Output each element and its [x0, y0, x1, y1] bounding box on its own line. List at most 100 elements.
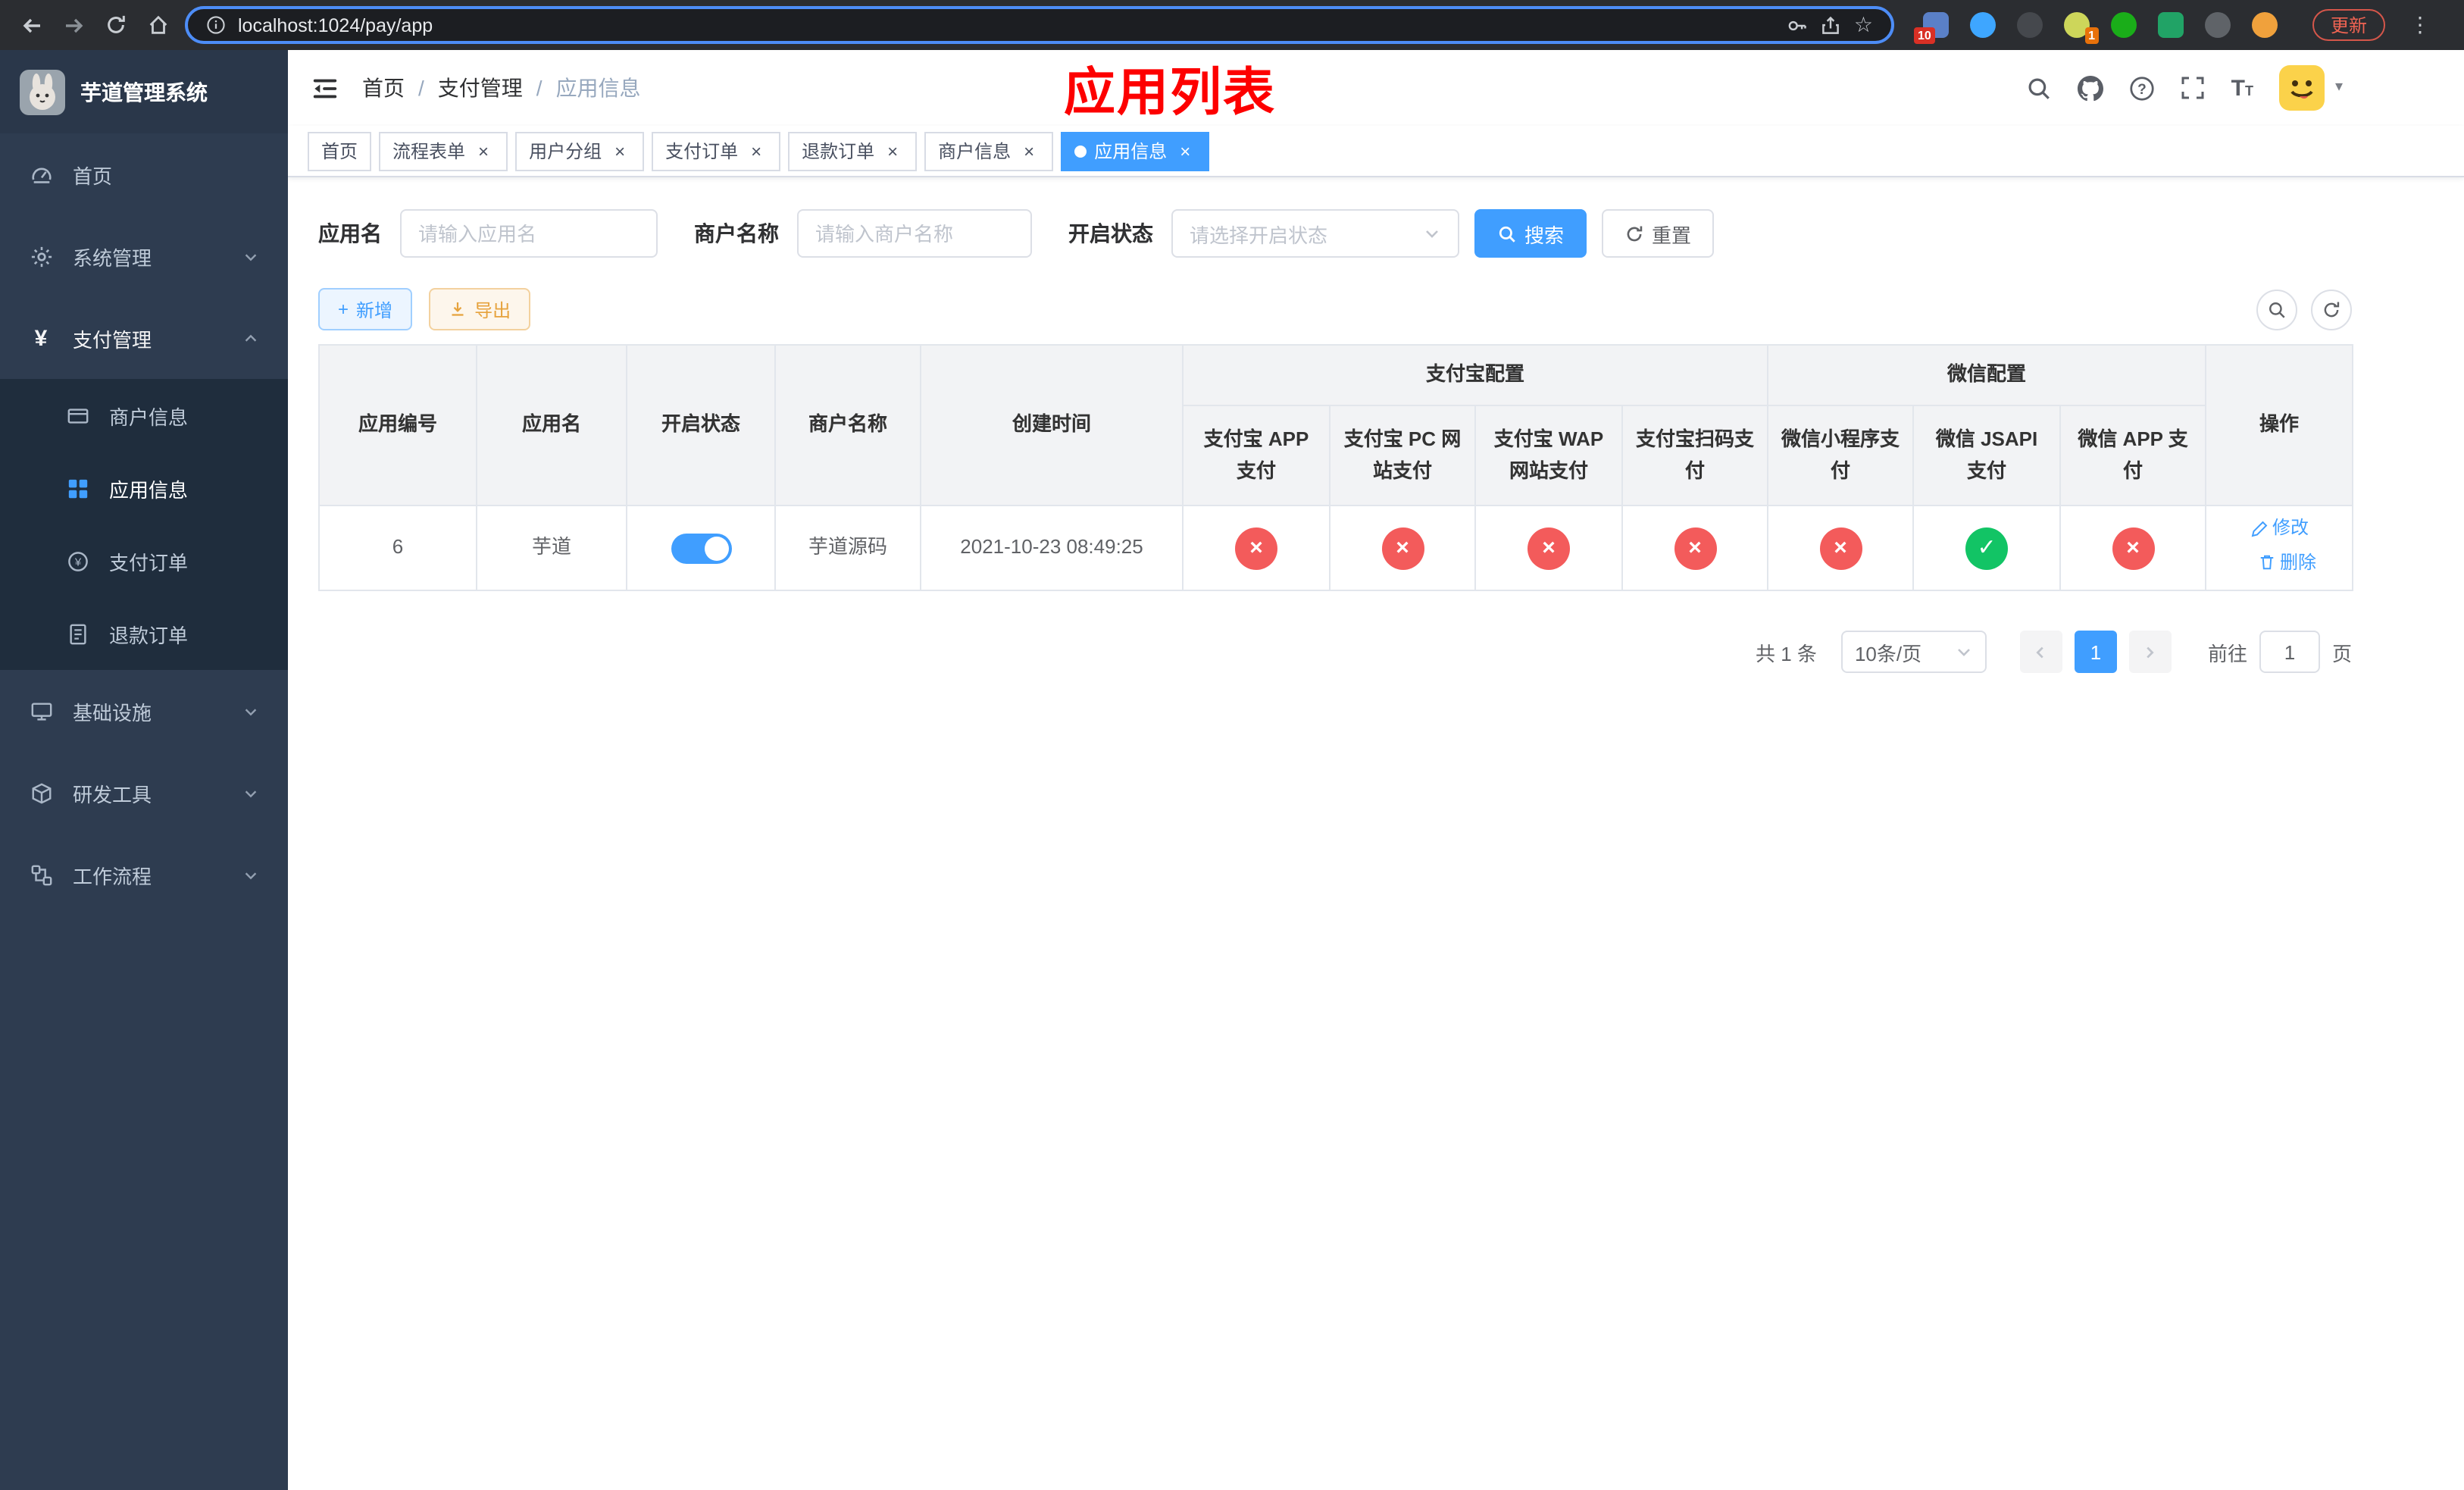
sidebar-item-dev-tools[interactable]: 研发工具	[0, 752, 288, 834]
page-header: 首页 / 支付管理 / 应用信息 应用列表 ? TT ▾	[288, 50, 2464, 126]
url-text[interactable]: localhost:1024/pay/app	[238, 14, 1775, 36]
bookmark-star-icon[interactable]: ☆	[1854, 12, 1873, 38]
close-icon[interactable]: ×	[473, 140, 494, 161]
forward-icon[interactable]	[58, 9, 89, 41]
sidebar-item-system[interactable]: 系统管理	[0, 215, 288, 297]
extension-icon-5[interactable]	[2111, 12, 2137, 38]
add-button-label: 新增	[356, 299, 393, 321]
cell-app-id: 6	[318, 505, 477, 591]
breadcrumb: 首页 / 支付管理 / 应用信息	[362, 73, 641, 103]
cell-merchant: 芋道源码	[774, 505, 921, 591]
extension-icon-3[interactable]	[2017, 12, 2043, 38]
config-status-icon: ×	[1235, 527, 1277, 569]
extension-icon-1[interactable]: 10	[1914, 12, 1949, 44]
help-icon[interactable]: ?	[2130, 75, 2156, 101]
chevron-down-icon	[1955, 643, 1973, 661]
export-button[interactable]: 导出	[429, 288, 531, 330]
reset-button[interactable]: 重置	[1602, 209, 1715, 258]
search-button[interactable]: 搜索	[1474, 209, 1587, 258]
toggle-search-button[interactable]	[2256, 289, 2297, 330]
fullscreen-icon[interactable]	[2181, 76, 2206, 100]
app-name-input[interactable]	[400, 209, 658, 258]
refresh-button[interactable]	[2311, 289, 2352, 330]
sidebar-item-pay-order[interactable]: ¥ 支付订单	[0, 524, 288, 597]
sidebar-item-payment[interactable]: ¥ 支付管理	[0, 297, 288, 379]
extension-icon-7[interactable]	[2205, 12, 2231, 38]
column-header-alipay-pc: 支付宝 PC 网站支付	[1329, 405, 1476, 506]
page-size-select[interactable]: 10条/页	[1840, 631, 1987, 673]
grid-icon	[65, 476, 89, 500]
tab-label: 首页	[321, 141, 358, 162]
enabled-switch[interactable]	[671, 533, 731, 564]
close-icon[interactable]: ×	[609, 140, 630, 161]
goto-page-input[interactable]	[2259, 631, 2320, 673]
search-icon[interactable]	[2027, 75, 2053, 101]
close-icon[interactable]: ×	[1174, 140, 1196, 161]
pagination: 共 1 条 10条/页 1 前往 页	[318, 631, 2352, 673]
breadcrumb-item[interactable]: 支付管理	[438, 73, 523, 103]
delete-link[interactable]: 删除	[2257, 548, 2316, 577]
sidebar-toggle-icon[interactable]	[311, 74, 339, 102]
close-icon[interactable]: ×	[746, 140, 767, 161]
cell-wx-jsapi: ✓	[1912, 505, 2062, 591]
close-icon[interactable]: ×	[882, 140, 903, 161]
edit-link[interactable]: 修改	[2250, 514, 2309, 543]
prev-page-button[interactable]	[2019, 631, 2062, 673]
add-button[interactable]: + 新增	[318, 288, 413, 330]
status-label: 开启状态	[1068, 221, 1153, 246]
share-icon[interactable]	[1821, 14, 1842, 36]
dashboard-icon	[29, 162, 53, 186]
config-status-icon: ×	[1819, 527, 1862, 569]
site-info-icon[interactable]	[206, 15, 226, 35]
extension-icon-8[interactable]	[2252, 12, 2278, 38]
svg-text:?: ?	[2138, 81, 2147, 97]
breadcrumb-item-current: 应用信息	[555, 76, 641, 100]
sidebar-item-infrastructure[interactable]: 基础设施	[0, 670, 288, 752]
column-header-wx-mini: 微信小程序支付	[1767, 405, 1915, 506]
payment-submenu: 商户信息 应用信息 ¥ 支付订单 退款订单	[0, 379, 288, 670]
column-header-wx-jsapi: 微信 JSAPI 支付	[1912, 405, 2062, 506]
config-status-icon: ×	[1527, 527, 1570, 569]
column-header-app-name: 应用名	[476, 344, 627, 506]
github-icon[interactable]	[2078, 75, 2104, 101]
tab-user-group[interactable]: 用户分组 ×	[515, 131, 645, 171]
tab-refund-order[interactable]: 退款订单 ×	[788, 131, 918, 171]
status-select[interactable]: 请选择开启状态	[1171, 209, 1459, 258]
table-row: 6 芋道 芋道源码 2021-10-23 08:49:25 × × × × × …	[318, 505, 2354, 591]
page-number-button[interactable]: 1	[2074, 631, 2117, 673]
sidebar-item-merchant-info[interactable]: 商户信息	[0, 379, 288, 452]
breadcrumb-item[interactable]: 首页	[362, 73, 405, 103]
sidebar-item-app-info[interactable]: 应用信息	[0, 452, 288, 524]
tab-process-form[interactable]: 流程表单 ×	[379, 131, 508, 171]
user-menu[interactable]: ▾	[2278, 65, 2343, 111]
back-icon[interactable]	[15, 9, 47, 41]
close-icon[interactable]: ×	[1018, 140, 1040, 161]
tab-home[interactable]: 首页	[308, 131, 372, 171]
browser-menu-icon[interactable]: ⋮	[2409, 12, 2431, 38]
config-status-icon: ✓	[1965, 527, 2009, 569]
address-bar[interactable]: localhost:1024/pay/app ☆	[185, 6, 1894, 44]
home-icon[interactable]	[142, 9, 174, 41]
chevron-down-icon: ▾	[2334, 79, 2343, 95]
switch-knob	[704, 536, 728, 561]
browser-update-button[interactable]: 更新	[2312, 9, 2386, 41]
next-page-button[interactable]	[2128, 631, 2172, 673]
extension-icon-2[interactable]	[1970, 12, 1996, 38]
extension-icon-4[interactable]: 1	[2064, 12, 2099, 44]
reload-icon[interactable]	[100, 9, 132, 41]
sidebar-item-workflow[interactable]: 工作流程	[0, 834, 288, 916]
table-toolbar: + 新增 导出	[318, 288, 2352, 330]
tab-merchant-info[interactable]: 商户信息 ×	[924, 131, 1054, 171]
page-unit-label: 页	[2331, 642, 2352, 665]
sidebar-item-home[interactable]: 首页	[0, 133, 288, 215]
password-key-icon[interactable]	[1787, 14, 1809, 36]
chevron-down-icon	[242, 866, 259, 883]
sidebar-item-refund-order[interactable]: 退款订单	[0, 597, 288, 670]
svg-text:¥: ¥	[73, 556, 81, 568]
font-size-icon[interactable]: TT	[2231, 77, 2253, 99]
app-logo[interactable]: 芋道管理系统	[0, 50, 288, 133]
tab-pay-order[interactable]: 支付订单 ×	[652, 131, 781, 171]
extension-icon-6[interactable]	[2158, 12, 2184, 38]
tab-app-info[interactable]: 应用信息 ×	[1061, 131, 1210, 171]
merchant-name-input[interactable]	[797, 209, 1032, 258]
